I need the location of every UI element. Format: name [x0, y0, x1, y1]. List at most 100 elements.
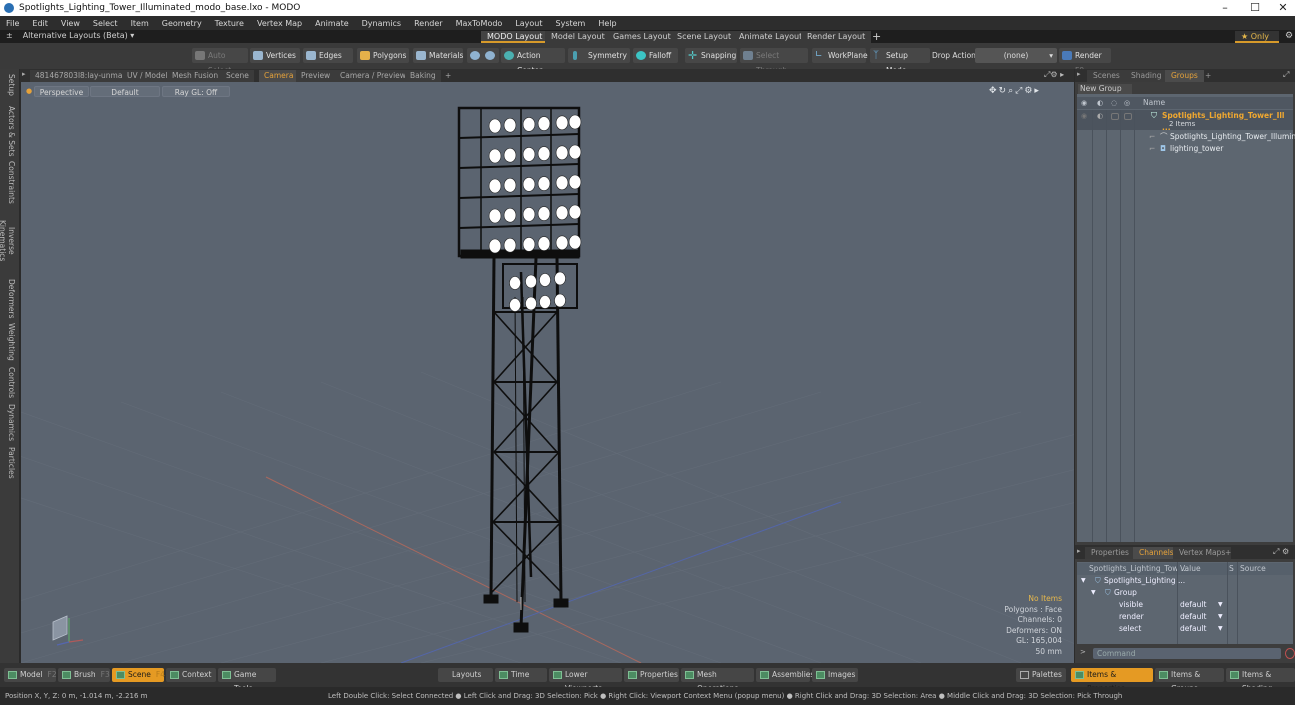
lock-column-icon[interactable]: ◌	[1111, 97, 1117, 109]
channel-group-row[interactable]: ▼ ⛉ Group	[1077, 587, 1293, 599]
tab-groups[interactable]: Groups	[1165, 70, 1204, 82]
viewport-options-icon[interactable]: ●	[26, 87, 32, 95]
polygons-button[interactable]: Polygons	[357, 48, 409, 63]
menu-animate[interactable]: Animate	[315, 19, 349, 28]
command-input[interactable]: Command	[1093, 648, 1281, 659]
vp-tab-scene[interactable]: Scene	[221, 70, 254, 82]
render-column-icon[interactable]: ◐	[1097, 97, 1103, 109]
name-column-header[interactable]: Name	[1143, 97, 1165, 109]
drop-action-select[interactable]: (none) ▾	[975, 48, 1057, 63]
panel-menu-arrow-icon[interactable]: ▸	[1077, 547, 1081, 555]
alternative-layouts-dropdown[interactable]: ± Alternative Layouts (Beta) ▾	[6, 31, 134, 40]
symmetry-button[interactable]: Symmetry	[568, 48, 630, 63]
menu-help[interactable]: Help	[598, 19, 616, 28]
render-toggle-icon[interactable]: ◐	[1097, 110, 1103, 122]
side-tab-deformers[interactable]: Deformers	[2, 279, 16, 319]
only-filter-button[interactable]: ★ Only	[1235, 31, 1279, 43]
game-tools-button[interactable]: Game Tools	[218, 668, 276, 693]
select-through-button[interactable]: Select Through	[740, 48, 808, 75]
visibility-toggle-icon[interactable]: ◉	[1081, 110, 1087, 122]
channel-row-render[interactable]: render default ▼	[1077, 611, 1293, 623]
tab-properties[interactable]: Properties	[1085, 547, 1135, 559]
workplane-button[interactable]: ∟ WorkPlane	[812, 48, 868, 63]
new-group-button[interactable]: New Group	[1078, 84, 1132, 94]
lower-viewports-button[interactable]: Lower Viewports	[549, 668, 622, 693]
menu-render[interactable]: Render	[414, 19, 442, 28]
gear-icon[interactable]: ⚙	[1285, 31, 1293, 41]
side-tab-dynamics[interactable]: Dynamics	[2, 404, 16, 441]
vp-tab-preview[interactable]: Preview	[296, 70, 336, 82]
edges-button[interactable]: Edges	[303, 48, 353, 63]
group-child-row[interactable]: ⌐ ⌒ Spotlights_Lighting_Tower_Illumin...	[1077, 131, 1295, 143]
viewport-menu-arrow-icon[interactable]: ▸	[22, 70, 26, 78]
chevron-down-icon[interactable]: ▼	[1218, 623, 1223, 635]
menu-geometry[interactable]: Geometry	[162, 19, 202, 28]
falloff-button[interactable]: Falloff	[633, 48, 678, 63]
menu-dynamics[interactable]: Dynamics	[362, 19, 401, 28]
materials-button[interactable]: Materials	[413, 48, 463, 63]
menu-edit[interactable]: Edit	[32, 19, 48, 28]
images-button[interactable]: Images	[812, 668, 858, 682]
group-row-selected[interactable]: ◉ ◐ ⛉ Spotlights_Lighting_Tower_Ill ... …	[1077, 110, 1293, 132]
menu-texture[interactable]: Texture	[215, 19, 244, 28]
source-header[interactable]: Source	[1240, 563, 1266, 575]
channel-value[interactable]: default	[1180, 599, 1206, 611]
expand-arrow-icon[interactable]: ▼	[1081, 575, 1086, 587]
viewport-expand-icon[interactable]: ⤢⚙ ▸	[1044, 70, 1064, 80]
menu-system[interactable]: System	[556, 19, 586, 28]
menu-vertex-map[interactable]: Vertex Map	[257, 19, 302, 28]
vertices-button[interactable]: Vertices	[250, 48, 300, 63]
tab-games-layout[interactable]: Games Layout	[607, 31, 677, 43]
s-header[interactable]: S	[1229, 563, 1234, 575]
tab-shading[interactable]: Shading	[1125, 70, 1168, 82]
select-toggle[interactable]	[1124, 113, 1132, 120]
menu-layout[interactable]: Layout	[515, 19, 542, 28]
pan-icon[interactable]: ✥	[989, 86, 999, 96]
tab-animate-layout[interactable]: Animate Layout	[733, 31, 809, 43]
expand-arrow-icon[interactable]: ▼	[1091, 587, 1096, 599]
menu-select[interactable]: Select	[93, 19, 118, 28]
panel-expand-icon[interactable]: ⤢	[1283, 70, 1289, 80]
side-tab-constraints[interactable]: Constraints	[2, 161, 16, 204]
channel-row-select[interactable]: select default ▼	[1077, 623, 1293, 635]
menu-maxtomodo[interactable]: MaxToModo	[456, 19, 503, 28]
tab-render-layout[interactable]: Render Layout	[801, 31, 872, 43]
panel-expand-icon[interactable]: ⤢ ⚙	[1273, 547, 1289, 557]
context-button[interactable]: Context	[166, 668, 216, 682]
minimize-button[interactable]: –	[1210, 0, 1240, 16]
side-tab-setup[interactable]: Setup	[2, 72, 16, 98]
close-button[interactable]: ✕	[1268, 0, 1295, 16]
items-properties-button[interactable]: Items & Properties	[1071, 668, 1153, 693]
lock-toggle[interactable]	[1111, 113, 1119, 120]
properties-button[interactable]: Properties	[624, 668, 679, 682]
maximize-button[interactable]: ☐	[1240, 0, 1270, 16]
vp-tab-camera[interactable]: Camera	[259, 70, 299, 82]
scene-mode-button[interactable]: Scene F4	[112, 668, 165, 682]
vp-add-tab-button[interactable]: +	[440, 70, 456, 82]
panel-menu-arrow-icon[interactable]: ▸	[1077, 70, 1081, 78]
items-shading-button[interactable]: Items & Shading	[1226, 668, 1295, 693]
side-tab-controls[interactable]: Controls	[2, 366, 16, 400]
viewport-settings-icon[interactable]: ⚙	[1024, 86, 1034, 96]
setup-mode-button[interactable]: ᛉSetup Mode	[870, 48, 930, 75]
auto-select-button[interactable]: Auto Select	[192, 48, 248, 75]
add-panel-tab-button[interactable]: +	[1219, 547, 1237, 559]
side-tab-weighting[interactable]: Weighting	[2, 323, 16, 361]
visibility-column-icon[interactable]: ◉	[1081, 97, 1087, 109]
view-mode-button[interactable]: Perspective	[34, 86, 89, 97]
channel-value[interactable]: default	[1180, 611, 1206, 623]
select-column-icon[interactable]: ◎	[1124, 97, 1130, 109]
palettes-button[interactable]: Palettes	[1016, 668, 1066, 682]
channel-root-row[interactable]: ▼ ⛉ Spotlights_Lighting ...	[1077, 575, 1293, 587]
time-button[interactable]: Time	[495, 668, 547, 682]
ray-gl-button[interactable]: Ray GL: Off	[162, 86, 230, 97]
transform-toggle-buttons[interactable]	[467, 48, 499, 63]
action-center-button[interactable]: Action Center	[501, 48, 565, 75]
brush-mode-button[interactable]: Brush F3	[58, 668, 110, 682]
channel-name-header[interactable]: Spotlights_Lighting_Tow ...	[1089, 563, 1188, 575]
3d-viewport[interactable]: ● Perspective Default Ray GL: Off ✥↻⌕⤢⚙▸…	[21, 82, 1074, 663]
items-groups-button[interactable]: Items & Groups	[1155, 668, 1224, 693]
group-child-row[interactable]: ⌐ ◘ lighting_tower	[1077, 143, 1293, 155]
layouts-button[interactable]: Layouts	[438, 668, 493, 682]
value-header[interactable]: Value	[1180, 563, 1201, 575]
